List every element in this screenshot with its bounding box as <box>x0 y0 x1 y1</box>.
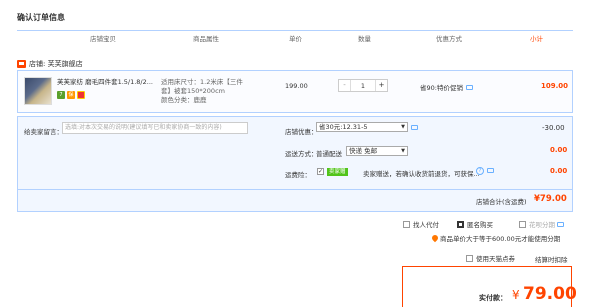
message-input[interactable]: 选填:对本次交易的说明(建议填写已和卖家协商一致的内容) <box>62 122 248 134</box>
shop-total-label: 店铺合计(含运费) <box>476 198 527 206</box>
order-item-row <box>17 70 573 113</box>
page-title: 确认订单信息 <box>17 13 65 22</box>
item-thumbnail[interactable] <box>24 77 52 105</box>
col-subtotal: 小计 <box>530 34 543 43</box>
shop-discount-amount: -30.00 <box>542 124 565 132</box>
insurance-label: 运费险： <box>285 171 311 179</box>
seven-day-return-icon[interactable]: 7 <box>57 91 65 99</box>
shipping-label: 运送方式： <box>285 150 318 158</box>
promo-info: 省90:特价促销 <box>420 82 473 92</box>
chat-icon[interactable] <box>557 221 564 227</box>
pay-label: 实付款： <box>479 294 507 302</box>
chevron-down-icon: ▼ <box>401 124 405 130</box>
col-unit-price: 单价 <box>289 34 302 43</box>
proxy-pay-option[interactable]: 找人代付 <box>403 219 439 229</box>
proxy-pay-checkbox[interactable] <box>403 220 410 228</box>
shop-total-value: ¥79.00 <box>534 194 567 204</box>
item-attributes: 适用床尺寸：1.2米床【三件 套】被套150*200cm 颜色分类：鹿鹿 <box>161 78 243 104</box>
shop-row: 店铺: 芙芙旗舰店 <box>17 58 83 70</box>
quantity-stepper: - 1 + <box>338 79 388 92</box>
shop-discount-select[interactable]: 省30元:12.31-5 ▼ <box>316 122 408 132</box>
unit-price: 199.00 <box>285 82 308 90</box>
qty-input[interactable]: 1 <box>351 82 375 90</box>
location-pin-icon <box>430 233 440 243</box>
table-header: 店铺宝贝 商品属性 单价 数量 优惠方式 小计 <box>17 30 573 44</box>
pay-currency: ¥ <box>512 288 520 302</box>
pay-amount: 79.00 <box>523 284 577 304</box>
chat-icon[interactable] <box>465 84 473 90</box>
insurance-amount: 0.00 <box>550 167 568 175</box>
promo-text: 省90:特价促销 <box>420 84 463 92</box>
shop-icon <box>17 60 26 68</box>
anonymous-option[interactable]: 匿名购买 <box>457 219 493 229</box>
col-shop-item: 店铺宝贝 <box>90 34 116 43</box>
col-promo: 优惠方式 <box>436 34 462 43</box>
item-name[interactable]: 芙芙家纺 磨毛四件套1.5/1.8/2... <box>57 78 159 87</box>
chat-icon[interactable] <box>411 125 418 130</box>
installment-note: 商品单价大于等于600.00元才能使用分期 <box>430 233 560 243</box>
insurance-checkbox[interactable]: ✓ <box>317 168 324 175</box>
message-label: 给卖家留言： <box>24 128 63 136</box>
huabei-checkbox[interactable] <box>519 220 526 228</box>
qty-decrease-button[interactable]: - <box>339 80 351 91</box>
item-subtotal: 109.00 <box>540 82 568 90</box>
guarantee-icon[interactable]: 保 <box>67 91 75 99</box>
col-attributes: 商品属性 <box>193 34 219 43</box>
insurance-badge: 卖家赠 <box>327 168 348 176</box>
credit-card-icon[interactable] <box>77 91 85 99</box>
shipping-select[interactable]: 快递 免邮 ▼ <box>346 146 408 156</box>
settle-deduct-text: 结算时扣除 <box>535 256 568 264</box>
tmall-coupon-option[interactable]: 使用天猫点券 <box>466 253 515 263</box>
shop-discount-label: 店铺优惠： <box>285 128 318 136</box>
chat-icon[interactable] <box>487 168 494 173</box>
tmall-coupon-checkbox[interactable] <box>466 254 473 262</box>
col-quantity: 数量 <box>358 34 371 43</box>
anonymous-checkbox[interactable] <box>457 220 464 228</box>
item-badges: 7 保 <box>57 91 85 99</box>
huabei-option[interactable]: 花呗分期 <box>519 219 564 229</box>
shipping-type: 普通配送 <box>316 150 342 158</box>
shipping-amount: 0.00 <box>550 146 568 154</box>
insurance-text: 卖家赠送，若确认收货前退货，可获保... <box>363 170 480 178</box>
help-icon[interactable]: ? <box>476 167 484 175</box>
shop-name[interactable]: 店铺: 芙芙旗舰店 <box>29 59 83 69</box>
chevron-down-icon: ▼ <box>401 148 405 154</box>
qty-increase-button[interactable]: + <box>375 80 387 91</box>
